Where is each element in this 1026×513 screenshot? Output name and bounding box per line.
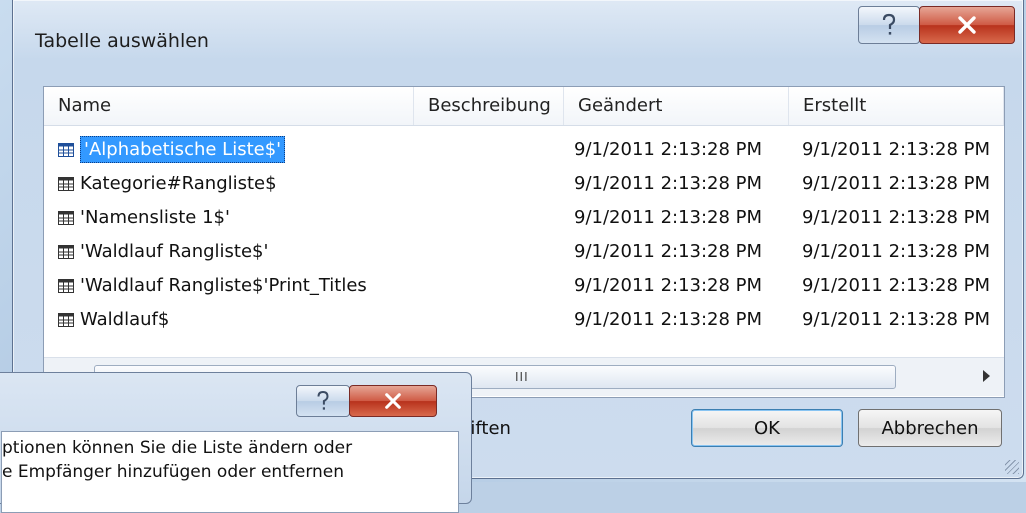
row-name-text: 'Namensliste 1$' [80, 207, 230, 228]
scroll-right-arrow-icon[interactable] [983, 370, 990, 382]
cancel-button[interactable]: Abbrechen [858, 409, 1002, 447]
resize-grip-icon[interactable] [1005, 460, 1019, 474]
table-row[interactable]: 'Waldlauf Rangliste$'Print_Titles 9/1/20… [44, 269, 1004, 302]
table-row[interactable]: Kategorie#Rangliste$ 9/1/2011 2:13:28 PM… [44, 167, 1004, 200]
row-name-text: 'Waldlauf Rangliste$'Print_Titles [80, 275, 367, 296]
row-modified: 9/1/2011 2:13:28 PM [574, 309, 763, 330]
row-created: 9/1/2011 2:13:28 PM [802, 139, 991, 160]
background-help-button[interactable] [296, 385, 350, 417]
row-name-cell: Kategorie#Rangliste$ [58, 167, 277, 200]
close-icon [385, 393, 401, 409]
background-dialog-text-line2: e Empfänger hinzufügen oder entfernen [2, 462, 345, 482]
help-button[interactable] [858, 6, 920, 44]
row-created: 9/1/2011 2:13:28 PM [802, 173, 991, 194]
background-dialog-text-line1: ptionen können Sie die Liste ändern oder [2, 438, 353, 458]
row-name-cell: 'Namensliste 1$' [58, 201, 230, 234]
row-created: 9/1/2011 2:13:28 PM [802, 309, 991, 330]
row-name-cell: 'Waldlauf Rangliste$'Print_Titles [58, 269, 367, 302]
row-created: 9/1/2011 2:13:28 PM [802, 207, 991, 228]
table-icon [58, 142, 74, 157]
row-name-cell: 'Alphabetische Liste$' [58, 133, 286, 166]
row-created: 9/1/2011 2:13:28 PM [802, 241, 991, 262]
table-row[interactable]: Waldlauf$ 9/1/2011 2:13:28 PM 9/1/2011 2… [44, 303, 1004, 336]
row-modified: 9/1/2011 2:13:28 PM [574, 241, 763, 262]
row-modified: 9/1/2011 2:13:28 PM [574, 139, 763, 160]
close-button[interactable] [919, 6, 1015, 44]
row-name-text: 'Waldlauf Rangliste$' [80, 241, 269, 262]
row-modified: 9/1/2011 2:13:28 PM [574, 173, 763, 194]
ok-button[interactable]: OK [691, 409, 843, 447]
column-header-modified[interactable]: Geändert [564, 87, 789, 125]
column-header-created[interactable]: Erstellt [789, 87, 1004, 125]
table-icon [58, 278, 74, 293]
close-icon [958, 16, 976, 34]
row-name-text: Kategorie#Rangliste$ [80, 173, 277, 194]
column-header-description[interactable]: Beschreibung [414, 87, 564, 125]
table-row[interactable]: 'Namensliste 1$' 9/1/2011 2:13:28 PM 9/1… [44, 201, 1004, 234]
row-name-cell: Waldlauf$ [58, 303, 169, 336]
dialog-title: Tabelle auswählen [35, 30, 209, 52]
row-modified: 9/1/2011 2:13:28 PM [574, 207, 763, 228]
table-icon [58, 176, 74, 191]
row-name-cell: 'Waldlauf Rangliste$' [58, 235, 268, 268]
row-modified: 9/1/2011 2:13:28 PM [574, 275, 763, 296]
scrollbar-grip: III [515, 370, 529, 384]
row-name-text: 'Alphabetische Liste$' [80, 136, 286, 163]
background-close-button[interactable] [349, 385, 437, 417]
table-icon [58, 210, 74, 225]
list-header: Name Beschreibung Geändert Erstellt [44, 87, 1004, 126]
table-icon [58, 244, 74, 259]
help-icon [882, 13, 896, 35]
table-icon [58, 312, 74, 327]
background-dialog-body: ptionen können Sie die Liste ändern oder… [1, 431, 459, 513]
row-name-text: Waldlauf$ [80, 309, 170, 330]
row-created: 9/1/2011 2:13:28 PM [802, 275, 991, 296]
table-row[interactable]: 'Waldlauf Rangliste$' 9/1/2011 2:13:28 P… [44, 235, 1004, 268]
column-header-name[interactable]: Name [44, 87, 414, 125]
table-list[interactable]: Name Beschreibung Geändert Erstellt 'Alp… [43, 86, 1005, 398]
background-dialog: ptionen können Sie die Liste ändern oder… [0, 372, 472, 513]
help-icon [317, 391, 329, 410]
table-row[interactable]: 'Alphabetische Liste$' 9/1/2011 2:13:28 … [44, 133, 1004, 166]
